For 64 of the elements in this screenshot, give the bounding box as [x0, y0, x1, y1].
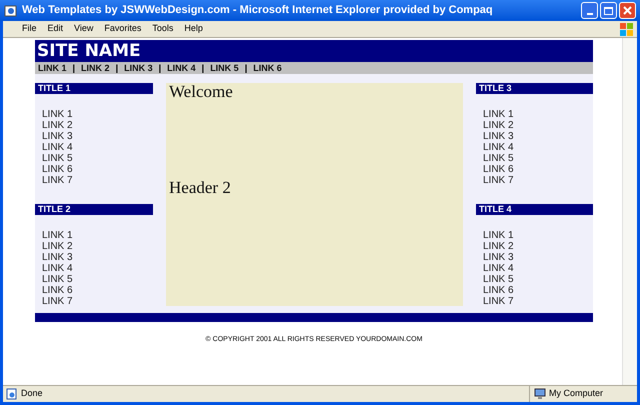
menu-item[interactable]: Edit: [42, 22, 68, 36]
sidebar-link[interactable]: LINK 4: [42, 142, 73, 153]
maximize-button[interactable]: [600, 2, 617, 19]
windows-logo-icon: [620, 22, 634, 36]
menu-item[interactable]: File: [17, 22, 42, 36]
sidebar-link[interactable]: LINK 1: [483, 109, 514, 120]
nav-separator: |: [244, 64, 248, 72]
sidebar-link[interactable]: LINK 4: [42, 263, 73, 274]
nav-link[interactable]: LINK 6: [253, 64, 282, 72]
site-name: SITE NAME: [37, 42, 141, 60]
sidebar-link[interactable]: LINK 2: [483, 120, 514, 131]
sidebar-link[interactable]: LINK 1: [483, 230, 514, 241]
nav-link[interactable]: LINK 5: [210, 64, 239, 72]
menu-item[interactable]: View: [69, 22, 98, 36]
close-icon: [623, 6, 632, 15]
menu-item[interactable]: Help: [179, 22, 208, 36]
sidebar-link[interactable]: LINK 3: [42, 252, 73, 263]
sidebar-link[interactable]: LINK 2: [42, 241, 73, 252]
sidebar-link[interactable]: LINK 2: [42, 120, 73, 131]
box-title: TITLE 3: [476, 83, 593, 94]
sidebar-link[interactable]: LINK 5: [42, 153, 73, 164]
sidebar-link[interactable]: LINK 7: [42, 175, 73, 186]
scrollbar[interactable]: [622, 38, 637, 385]
sidebar-link[interactable]: LINK 7: [42, 296, 73, 307]
sidebar-link[interactable]: LINK 6: [42, 164, 73, 175]
nav-link[interactable]: LINK 2: [81, 64, 110, 72]
close-button[interactable]: [619, 2, 636, 19]
sidebar-link[interactable]: LINK 3: [483, 131, 514, 142]
nav-separator: |: [158, 64, 162, 72]
nav-separator: |: [72, 64, 76, 72]
zone-text: My Computer: [549, 387, 604, 400]
sidebar-link[interactable]: LINK 3: [42, 131, 73, 142]
menu-item[interactable]: Favorites: [99, 22, 146, 36]
box-title: TITLE 1: [35, 83, 153, 94]
content-heading: Welcome: [169, 83, 234, 101]
sidebar-link[interactable]: LINK 5: [42, 274, 73, 285]
nav-link[interactable]: LINK 1: [38, 64, 67, 72]
computer-icon: [534, 388, 546, 400]
sidebar-link[interactable]: LINK 7: [483, 175, 514, 186]
nav-link[interactable]: LINK 4: [167, 64, 196, 72]
menu-item[interactable]: Tools: [147, 22, 178, 36]
sidebar-link[interactable]: LINK 6: [483, 285, 514, 296]
status-text: Done: [21, 387, 43, 400]
sidebar-link[interactable]: LINK 1: [42, 230, 73, 241]
sidebar-link[interactable]: LINK 3: [483, 252, 514, 263]
sidebar-link[interactable]: LINK 1: [42, 109, 73, 120]
sidebar-link[interactable]: LINK 6: [42, 285, 73, 296]
browser-icon: [4, 4, 18, 18]
sidebar-link[interactable]: LINK 5: [483, 153, 514, 164]
sidebar-link[interactable]: LINK 4: [483, 263, 514, 274]
sidebar-link[interactable]: LINK 4: [483, 142, 514, 153]
sidebar-link[interactable]: LINK 6: [483, 164, 514, 175]
box-title: TITLE 2: [35, 204, 153, 215]
window-title: Web Templates by JSWWebDesign.com - Microsoft Internet Explorer provided by Compaq: [22, 3, 493, 18]
page-icon: [6, 388, 18, 400]
nav-separator: |: [116, 64, 118, 72]
nav-link[interactable]: LINK 3: [124, 64, 153, 72]
nav-separator: |: [202, 64, 204, 72]
content-heading: Header 2: [169, 179, 232, 197]
box-title: TITLE 4: [476, 204, 593, 215]
sidebar-link[interactable]: LINK 7: [483, 296, 514, 307]
sidebar-link[interactable]: LINK 2: [483, 241, 514, 252]
sidebar-link[interactable]: LINK 5: [483, 274, 514, 285]
minimize-button[interactable]: [581, 2, 598, 19]
